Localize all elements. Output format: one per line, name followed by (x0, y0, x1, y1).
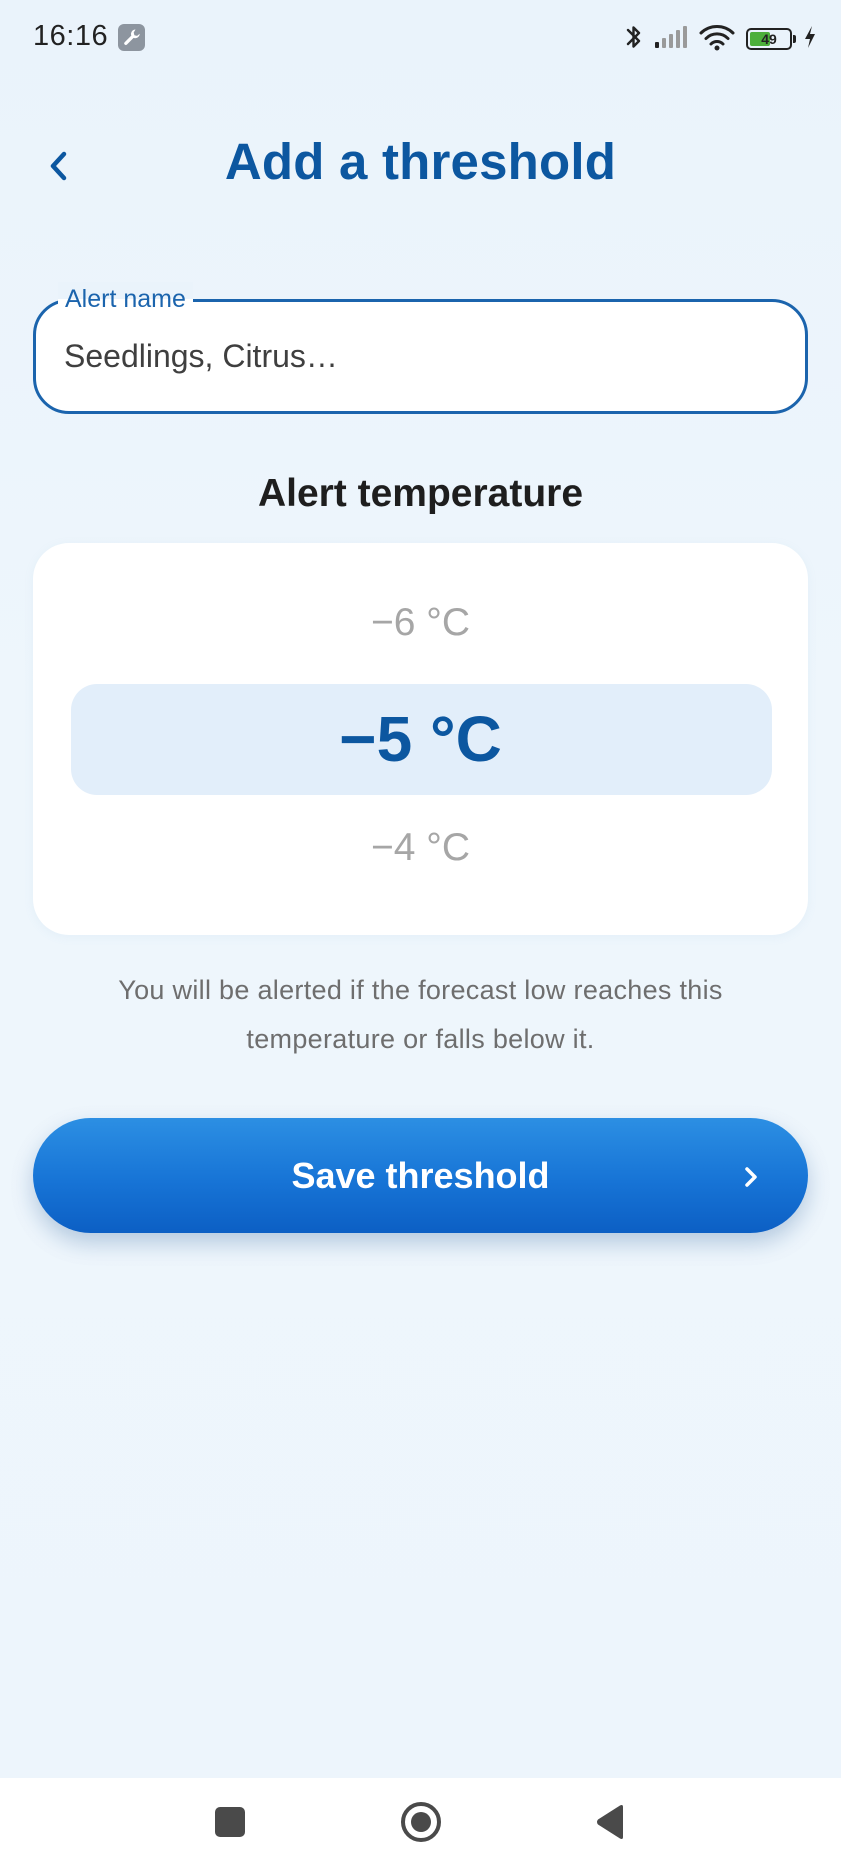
bluetooth-icon (625, 22, 643, 57)
charging-icon (803, 25, 817, 54)
save-threshold-button[interactable]: Save threshold (33, 1118, 808, 1233)
back-icon[interactable] (593, 1803, 627, 1841)
page-title: Add a threshold (224, 133, 617, 190)
alert-temperature-title: Alert temperature (257, 472, 584, 515)
battery-tip (793, 35, 796, 43)
wrench-icon (118, 24, 145, 51)
battery-icon: 49 (746, 28, 796, 50)
status-time: 16:16 (33, 20, 109, 52)
battery-level: 49 (761, 31, 777, 47)
system-nav-bar (0, 1778, 841, 1870)
helper-text: You will be alerted if the forecast low … (118, 975, 723, 1054)
save-threshold-label: Save threshold (291, 1155, 550, 1196)
status-bar: 16:16 49 (0, 0, 841, 78)
alert-name-field[interactable]: Alert name (33, 282, 808, 414)
picker-option-next[interactable]: −4 °C (0, 826, 841, 870)
picker-option-previous[interactable]: −6 °C (0, 601, 841, 645)
status-icons: 49 (625, 22, 817, 56)
signal-icon (654, 24, 688, 55)
alert-name-input[interactable] (64, 302, 785, 411)
recents-icon[interactable] (215, 1807, 245, 1837)
chevron-right-icon (745, 1167, 757, 1187)
picker-selected-value[interactable]: −5 °C (0, 702, 841, 776)
home-icon[interactable] (399, 1800, 443, 1844)
wifi-icon (699, 23, 735, 56)
